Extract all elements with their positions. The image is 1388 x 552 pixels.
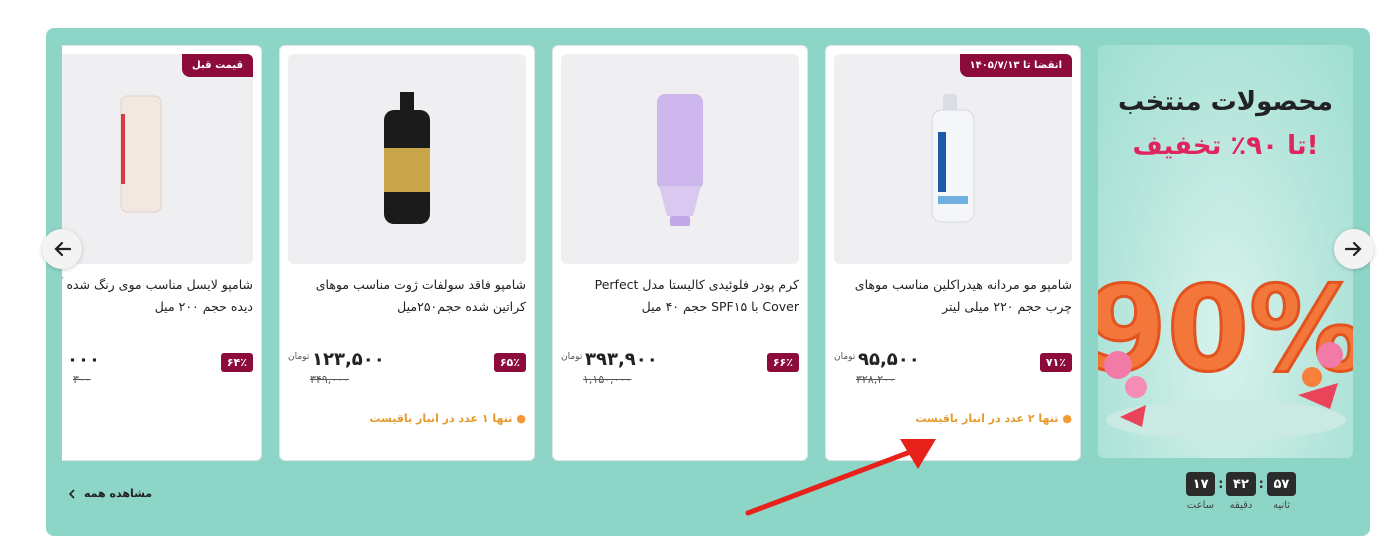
- countdown-timer: ۵۷ : ۴۲ : ۱۷ ثانیه دقیقه ساعت: [1185, 472, 1296, 511]
- product-price: ۰۰۰: [67, 349, 100, 370]
- product-image[interactable]: [288, 54, 526, 264]
- stock-warning: ● تنها ۲ عدد در انبار باقیست: [915, 412, 1072, 425]
- special-offers-panel: محصولات منتخب تا ۹۰٪ تخفیف! 90% ۵۷ : ۴۲ …: [46, 28, 1370, 536]
- old-price: ۳۴۹,۰۰۰: [310, 373, 349, 386]
- banner-title: محصولات منتخب: [1118, 87, 1333, 117]
- product-image[interactable]: [834, 54, 1072, 264]
- product-name[interactable]: شامپو مو مردانه هیدراکلین مناسب موهای چر…: [834, 274, 1072, 318]
- product-card[interactable]: انقضا تا ۱۴۰۵/۷/۱۳ شامپو مو مردانه هیدرا…: [825, 45, 1081, 461]
- currency-label: تومان: [288, 352, 310, 362]
- stock-warning: ● تنها ۱ عدد در انبار باقیست: [369, 412, 526, 425]
- old-price: ۳۲۸,۲۰۰: [856, 373, 895, 386]
- timer-seconds: ۵۷: [1266, 472, 1296, 496]
- fire-icon: ●: [1062, 412, 1072, 425]
- timer-minutes-label: دقیقه: [1229, 500, 1253, 511]
- currency-label: تومان: [834, 352, 856, 362]
- cream-tube-image: [657, 94, 703, 226]
- product-card[interactable]: قیمت قبل شامپو لایسل مناسب موی رنگ شده آ…: [62, 45, 262, 461]
- product-image[interactable]: [561, 54, 799, 264]
- promo-banner[interactable]: محصولات منتخب تا ۹۰٪ تخفیف! 90%: [1098, 45, 1353, 458]
- chevron-left-icon: [68, 488, 75, 499]
- banner-subtitle: تا ۹۰٪ تخفیف!: [1132, 131, 1319, 161]
- discount-90-illustration: 90%: [1098, 259, 1353, 440]
- price-badge: قیمت قبل: [182, 54, 253, 77]
- discount-badge: ۶۴٪: [220, 353, 253, 372]
- shampoo-bottle-image: [931, 94, 975, 223]
- product-price: ۹۵,۵۰۰: [858, 349, 920, 370]
- stock-text: تنها ۲ عدد در انبار باقیست: [915, 412, 1059, 425]
- discount-badge: ۷۱٪: [1039, 353, 1072, 372]
- see-all-label: مشاهده همه: [84, 487, 153, 500]
- product-carousel: انقضا تا ۱۴۰۵/۷/۱۳ شامپو مو مردانه هیدرا…: [62, 45, 1084, 461]
- see-all-link[interactable]: مشاهده همه: [68, 487, 152, 500]
- product-price: ۳۹۳,۹۰۰: [585, 349, 658, 370]
- carousel-next-button[interactable]: [1334, 229, 1374, 269]
- annotation-arrow-icon: [745, 439, 936, 516]
- product-card[interactable]: شامپو فاقد سولفات ژوت مناسب موهای کراتین…: [279, 45, 535, 461]
- timer-minutes: ۴۲: [1226, 472, 1256, 496]
- arrow-left-icon: [54, 241, 71, 257]
- timer-seconds-label: ثانیه: [1273, 500, 1291, 511]
- expiry-badge: انقضا تا ۱۴۰۵/۷/۱۳: [959, 54, 1072, 77]
- timer-hours-label: ساعت: [1186, 500, 1214, 511]
- product-name[interactable]: شامپو فاقد سولفات ژوت مناسب موهای کراتین…: [288, 274, 526, 318]
- timer-separator: :: [1258, 476, 1264, 492]
- currency-label: تومان: [561, 352, 583, 362]
- arrow-right-icon: [1345, 241, 1362, 257]
- discount-badge: ۶۵٪: [493, 353, 526, 372]
- discount-badge: ۶۶٪: [766, 353, 799, 372]
- product-name[interactable]: شامپو لایسل مناسب موی رنگ شده آسیب دیده …: [62, 274, 253, 318]
- product-price: ۱۲۳,۵۰۰: [312, 349, 385, 370]
- liesel-tube-image: [120, 95, 162, 213]
- black-bottle-image: [384, 92, 430, 224]
- product-card[interactable]: کرم پودر فلوئیدی کالیستا مدل Perfect Cov…: [552, 45, 808, 461]
- product-name[interactable]: کرم پودر فلوئیدی کالیستا مدل Perfect Cov…: [561, 274, 799, 318]
- old-price: ۱,۱۵۰,۰۰۰: [583, 373, 632, 386]
- carousel-prev-button[interactable]: [42, 229, 82, 269]
- timer-separator: :: [1218, 476, 1224, 492]
- timer-hours: ۱۷: [1185, 472, 1216, 496]
- fire-icon: ●: [516, 412, 526, 425]
- product-image[interactable]: [62, 54, 253, 264]
- stock-text: تنها ۱ عدد در انبار باقیست: [369, 412, 513, 425]
- old-price: ۳۰۰: [73, 373, 91, 386]
